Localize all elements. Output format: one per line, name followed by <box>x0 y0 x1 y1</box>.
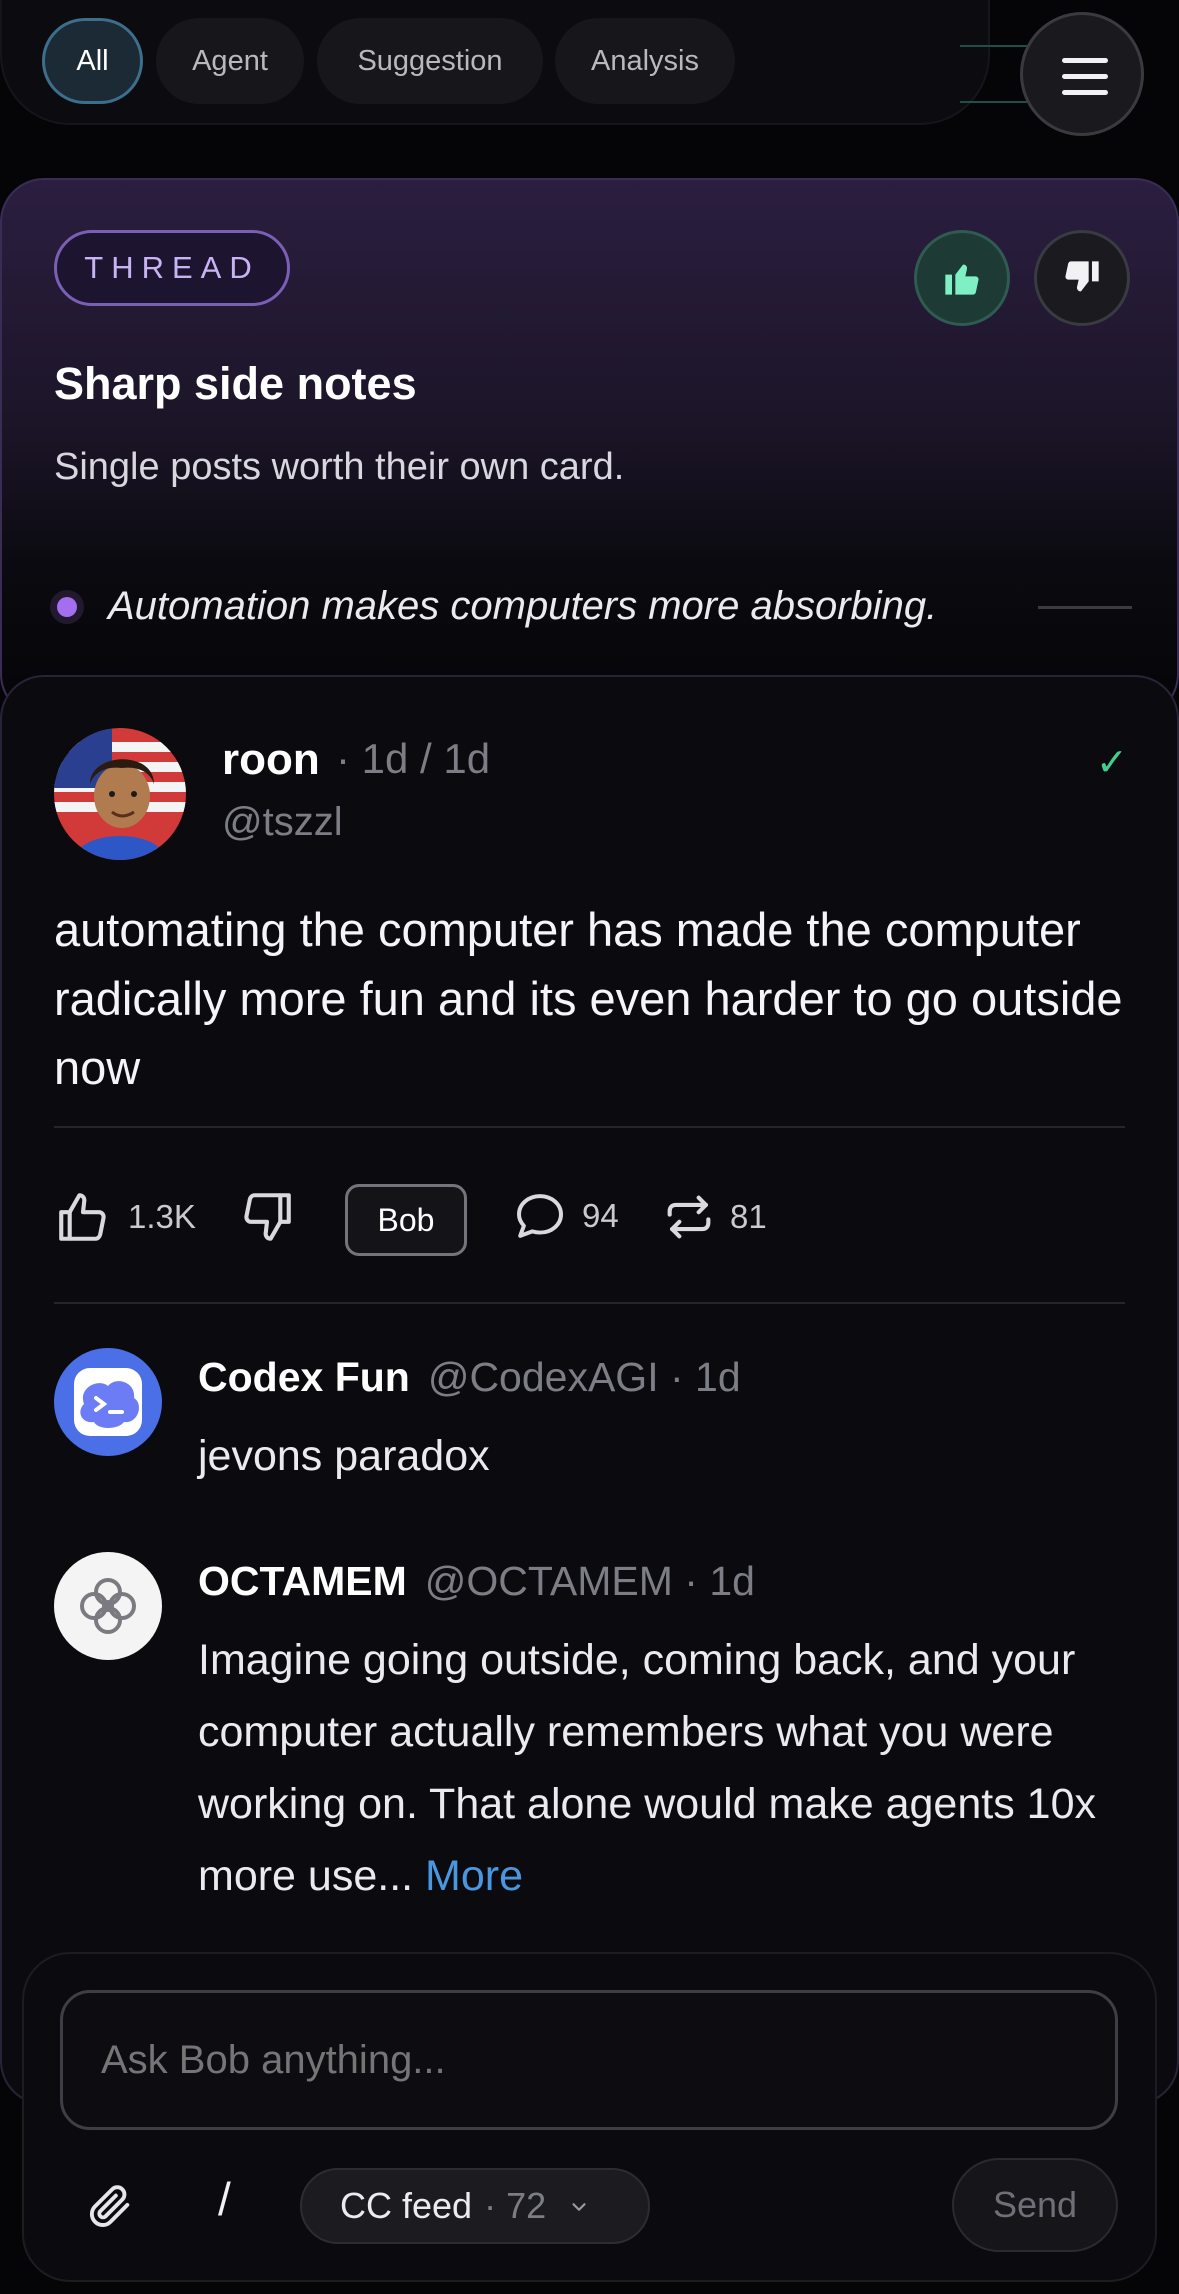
insight-bullet-icon <box>50 590 84 624</box>
thread-title: Sharp side notes <box>54 358 417 409</box>
thumbs-down-button[interactable] <box>1034 230 1130 326</box>
comment-count: 94 <box>582 1197 619 1234</box>
post-author-handle[interactable]: @tszzl <box>222 800 343 845</box>
thread-card: THREAD Sharp side notes Single posts wor… <box>0 178 1179 718</box>
feed-label: CC feed <box>340 2185 473 2226</box>
repost-button[interactable]: 81 <box>660 1188 767 1246</box>
thumbs-down-outline-icon <box>244 1193 291 1241</box>
slash-command-button[interactable]: / <box>218 2172 231 2226</box>
post-text: automating the computer has made the com… <box>54 903 1123 1094</box>
reply-header: Codex Fun @CodexAGI · 1d <box>198 1354 741 1401</box>
divider <box>54 1126 1125 1128</box>
reply-author-handle[interactable]: @OCTAMEM <box>425 1558 673 1604</box>
filter-chip-all[interactable]: All <box>42 18 143 104</box>
reply-text-content: Imagine going outside, coming back, and … <box>198 1636 1096 1900</box>
thread-subtitle: Single posts worth their own card. <box>54 446 625 488</box>
avatar[interactable] <box>54 728 186 860</box>
reply-timestamp: · 1d <box>672 1558 755 1604</box>
reply-author-name[interactable]: OCTAMEM <box>198 1558 407 1604</box>
reply-text: jevons paradox <box>198 1432 490 1480</box>
reply-author-handle[interactable]: @CodexAGI <box>428 1354 659 1400</box>
divider <box>54 1302 1125 1304</box>
post-author-name[interactable]: roon <box>222 735 320 785</box>
check-icon: ✓ <box>1096 742 1128 784</box>
filter-chip-analysis[interactable]: Analysis <box>555 18 735 104</box>
comment-button[interactable]: 94 <box>512 1188 619 1244</box>
avatar-image <box>54 728 186 860</box>
chevron-down-icon <box>568 2185 590 2227</box>
feed-count: · 72 <box>484 2185 547 2226</box>
feed-select[interactable]: CC feed · 72 <box>300 2168 650 2244</box>
avatar[interactable] <box>54 1552 162 1660</box>
insight-divider <box>1038 606 1132 609</box>
repost-count: 81 <box>730 1198 767 1235</box>
filter-chip-agent[interactable]: Agent <box>156 18 304 104</box>
like-count: 1.3K <box>128 1198 196 1235</box>
avatar[interactable] <box>54 1348 162 1456</box>
thumbs-up-button[interactable] <box>914 230 1010 326</box>
dislike-button[interactable] <box>238 1188 296 1246</box>
send-button[interactable]: Send <box>952 2158 1118 2252</box>
thumbs-down-icon <box>1065 261 1099 292</box>
like-button[interactable]: 1.3K <box>54 1188 196 1246</box>
attach-button[interactable] <box>84 2180 136 2232</box>
thumbs-up-icon <box>945 264 979 295</box>
ask-bob-input[interactable] <box>60 1990 1118 2130</box>
post-timestamp: · 1d / 1d <box>336 735 491 782</box>
thumbs-up-outline-icon <box>59 1193 106 1241</box>
ask-bob-button[interactable]: Bob <box>345 1184 467 1256</box>
paperclip-icon <box>89 2185 130 2227</box>
filter-chip-suggestion[interactable]: Suggestion <box>317 18 543 104</box>
comment-bubble-icon <box>517 1194 563 1238</box>
more-link[interactable]: More <box>425 1852 523 1900</box>
reply-text: Imagine going outside, coming back, and … <box>198 1624 1138 1912</box>
reply-header: OCTAMEM @OCTAMEM · 1d <box>198 1558 755 1605</box>
thread-badge: THREAD <box>54 230 290 306</box>
codex-logo-icon <box>54 1348 162 1456</box>
octamem-logo-icon <box>54 1552 162 1660</box>
reply-timestamp: · 1d <box>658 1354 741 1400</box>
repost-icon <box>667 1195 711 1239</box>
insight-text: Automation makes computers more absorbin… <box>108 584 938 628</box>
menu-button[interactable] <box>1020 12 1144 136</box>
reply-author-name[interactable]: Codex Fun <box>198 1354 410 1400</box>
